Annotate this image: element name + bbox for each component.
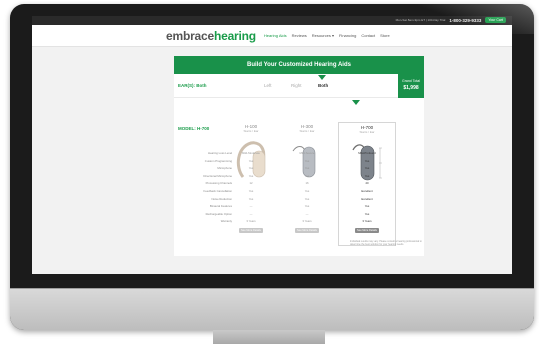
nav-reviews[interactable]: Reviews <box>292 33 307 38</box>
top-utility-bar: Mon-Sat 8am-9pm ET | 100-Day Trial 1-800… <box>32 16 512 25</box>
builder-title: Build Your Customized Hearing Aids <box>174 56 424 74</box>
selected-ear-marker-icon <box>318 75 326 80</box>
monitor-frame: Mon-Sat 8am-9pm ET | 100-Day Trial 1-800… <box>10 4 534 330</box>
selected-model-marker-icon <box>352 100 360 105</box>
grand-total-value: $1,998 <box>403 85 419 91</box>
ear-option-right[interactable]: Right <box>291 83 302 88</box>
disclaimer-note: Individual results may vary. Please cons… <box>350 240 422 246</box>
ear-option-left[interactable]: Left <box>264 83 272 88</box>
site-logo[interactable]: embracehearing <box>166 29 256 43</box>
cart-button[interactable]: Your Cart <box>485 17 506 23</box>
hearing-aid-builder: Build Your Customized Hearing Aids EAR(S… <box>174 56 424 256</box>
model-label: MODEL: H-700 <box>178 126 210 131</box>
nav-resources[interactable]: Resources ▾ <box>312 33 334 38</box>
details-button-h100[interactable]: See More Details <box>239 228 263 233</box>
details-button-h300[interactable]: See More Details <box>295 228 319 233</box>
monitor-chin <box>10 288 534 330</box>
grand-total-box: Grand Total $1,998 <box>398 74 424 98</box>
monitor-stand <box>213 330 325 344</box>
spec-labels: Hearing Loss Level Custom Programming Mi… <box>203 151 232 224</box>
nav-store[interactable]: Store <box>380 33 390 38</box>
phone-number[interactable]: 1-800-329-9333 <box>449 18 481 23</box>
nav-financing[interactable]: Financing <box>339 33 356 38</box>
site-header: embracehearing Hearing Aids Reviews Reso… <box>32 25 512 47</box>
details-button-h700[interactable]: See More Details <box>355 228 379 233</box>
nav-hearing-aids[interactable]: Hearing Aids <box>264 33 287 38</box>
utility-links[interactable]: Mon-Sat 8am-9pm ET | 100-Day Trial <box>396 18 446 22</box>
grand-total-label: Grand Total <box>401 79 421 83</box>
ear-option-both[interactable]: Both <box>318 83 328 88</box>
main-nav: Hearing Aids Reviews Resources ▾ Financi… <box>264 33 390 38</box>
nav-contact[interactable]: Contact <box>361 33 375 38</box>
browser-screen: Mon-Sat 8am-9pm ET | 100-Day Trial 1-800… <box>32 16 512 274</box>
ear-selector: EAR(S): Both Left Right Both Grand Total… <box>174 74 424 98</box>
ears-label: EAR(S): Both <box>178 83 207 88</box>
